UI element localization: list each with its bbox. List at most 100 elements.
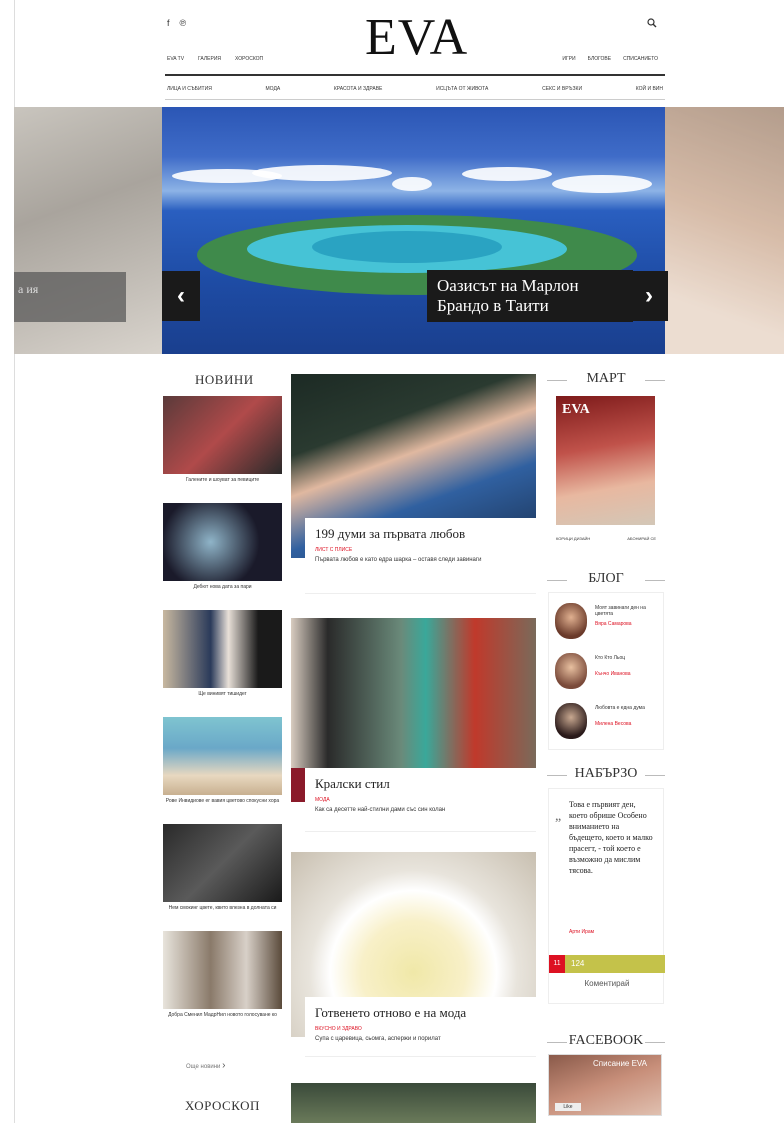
top-links-left: EVA TV ГАЛЕРИЯ ХОРОСКОП: [167, 56, 263, 62]
chevron-right-icon: ›: [222, 1060, 226, 1071]
blog-item[interactable]: Любовта е една дума Милена Весова: [555, 703, 661, 743]
article-card[interactable]: Готвенето отново е на мода ВКУСНО И ЗДРА…: [291, 852, 536, 1062]
article-card[interactable]: Кралски стил МОДА Как са десетте най-сти…: [291, 618, 536, 833]
news-thumb[interactable]: [163, 396, 282, 474]
news-thumb[interactable]: [163, 503, 282, 581]
article-desc: Как са десетте най-стилни дами със син к…: [315, 807, 446, 813]
quick-text: Това е първият ден, което обрише Особено…: [569, 800, 653, 875]
cover-link-subscribe[interactable]: АБОНИРАЙ СЕ: [627, 536, 656, 541]
news-item[interactable]: Галените и шоуват за певиците: [163, 396, 282, 503]
article-title[interactable]: Готвенето отново е на мода: [315, 1005, 526, 1021]
blog-name[interactable]: Любовта е една дума: [595, 705, 659, 711]
lagoon-inner-shape: [312, 231, 502, 263]
news-list: Галените и шоуват за певиците Дебют нова…: [163, 396, 282, 1038]
blog-name[interactable]: Моят завинаги ден на цветята: [595, 605, 659, 617]
news-thumb[interactable]: [163, 717, 282, 795]
article-text-box: 199 думи за първата любов ЛИСТ С ПЛИСЕ П…: [305, 518, 536, 594]
top-link-games[interactable]: ИГРИ: [562, 56, 575, 62]
news-thumb[interactable]: [163, 610, 282, 688]
article-title[interactable]: Кралски стил: [315, 776, 526, 792]
news-text[interactable]: Ще винивят тишидег: [163, 691, 282, 698]
news-item[interactable]: Дебют нова дата за пари: [163, 503, 282, 610]
blog-author[interactable]: Милена Весова: [595, 721, 631, 727]
blog-author[interactable]: Кънчо Иванова: [595, 671, 630, 677]
poll-bar[interactable]: 11 124: [549, 955, 665, 973]
article-text-box: Кралски стил МОДА Как са десетте най-сти…: [305, 768, 536, 832]
article-desc: Първата любов е като едра шарка – оставя…: [315, 557, 482, 563]
main-nav: ЛИЦА И СЪБИТИЯ МОДА КРАСОТА И ЗДРАВЕ ИСЦ…: [167, 86, 663, 92]
quote-icon: „: [555, 809, 562, 824]
nav-item-relationships[interactable]: СЕКС И ВРЪЗКИ: [542, 86, 582, 92]
horoscope-title: ХОРОСКОП: [185, 1098, 260, 1113]
news-thumb[interactable]: [163, 824, 282, 902]
header-divider: [165, 74, 665, 76]
facebook-title: FACEBOOK: [547, 1033, 665, 1049]
hero-prev-slide[interactable]: а ия: [14, 107, 162, 354]
article-category[interactable]: МОДА: [315, 797, 526, 803]
cover-links: КОРИЦИ ДИЗАЙН АБОНИРАЙ СЕ: [556, 536, 656, 541]
avatar[interactable]: [555, 653, 587, 689]
slider-next-button[interactable]: ›: [630, 271, 668, 321]
nav-item-fashion[interactable]: МОДА: [266, 86, 281, 92]
all-news-link[interactable]: Още новини ›: [186, 1060, 225, 1071]
news-item[interactable]: Нем смокинг цвете, квито влезна в долнат…: [163, 824, 282, 931]
facebook-like-button[interactable]: Like: [555, 1103, 581, 1111]
article-card[interactable]: 199 думи за първата любов ЛИСТ С ПЛИСЕ П…: [291, 374, 536, 596]
hero-caption[interactable]: Оазисът на Марлон Брандо в Таити: [427, 270, 633, 322]
blog-author[interactable]: Вяра Самарова: [595, 621, 632, 627]
news-item[interactable]: Рове Инвидиове ег вавия цветово спокусни…: [163, 717, 282, 824]
article-image[interactable]: [291, 1083, 536, 1123]
top-link-gallery[interactable]: ГАЛЕРИЯ: [198, 56, 221, 62]
avatar[interactable]: [555, 603, 587, 639]
social-links: f ℗: [167, 18, 186, 28]
magazine-month-title: МАРТ: [547, 371, 665, 387]
top-link-tv[interactable]: EVA TV: [167, 56, 184, 62]
quick-author[interactable]: Арти Ирам: [569, 929, 594, 935]
top-link-magazine[interactable]: СПИСАНИЕТО: [623, 56, 658, 62]
article-category[interactable]: ВКУСНО И ЗДРАВО: [315, 1026, 526, 1032]
news-thumb[interactable]: [163, 931, 282, 1009]
hero-next-slide[interactable]: [665, 107, 784, 354]
quick-box: „ Това е първият ден, което обрише Особе…: [548, 788, 665, 1004]
nav-divider: [165, 99, 665, 100]
cover-link-design[interactable]: КОРИЦИ ДИЗАЙН: [556, 536, 590, 541]
nav-item-beauty[interactable]: КРАСОТА И ЗДРАВЕ: [334, 86, 383, 92]
poll-number: 11: [549, 955, 565, 973]
magazine-logo: EVA: [562, 402, 590, 417]
blog-item[interactable]: Моят завинаги ден на цветята Вяра Самаро…: [555, 603, 661, 643]
news-text[interactable]: Нем смокинг цвете, квито влезна в долнат…: [163, 905, 282, 912]
magazine-cover[interactable]: EVA: [556, 396, 655, 525]
news-text[interactable]: Галените и шоуват за певиците: [163, 477, 282, 484]
article-title[interactable]: 199 думи за първата любов: [315, 526, 526, 542]
news-text[interactable]: Добра Сменил МадрНил новото голосуване к…: [163, 1012, 282, 1019]
facebook-page-name[interactable]: Списание EVA: [593, 1059, 647, 1068]
blog-item[interactable]: Кто Кто Льоц Кънчо Иванова: [555, 653, 661, 693]
article-desc: Супа с царевица, сьомга, аспержи и порил…: [315, 1036, 441, 1042]
top-links-right: ИГРИ БЛОГОВЕ СПИСАНИЕТО: [562, 56, 658, 62]
nav-item-people[interactable]: ЛИЦА И СЪБИТИЯ: [167, 86, 212, 92]
news-text[interactable]: Рове Инвидиове ег вавия цветово спокусни…: [163, 798, 282, 805]
hero-caption-line1: Оазисът на Марлон: [437, 276, 579, 295]
facebook-widget[interactable]: Списание EVA Like: [548, 1054, 662, 1116]
top-link-blogs[interactable]: БЛОГОВЕ: [588, 56, 611, 62]
top-link-horoscope[interactable]: ХОРОСКОП: [235, 56, 263, 62]
site-logo[interactable]: EVA: [365, 10, 467, 66]
article-category[interactable]: ЛИСТ С ПЛИСЕ: [315, 547, 526, 553]
pinterest-icon[interactable]: ℗: [180, 18, 187, 28]
avatar[interactable]: [555, 703, 587, 739]
facebook-icon[interactable]: f: [167, 18, 170, 28]
prev-slide-caption: а ия: [14, 272, 126, 322]
blog-box: Моят завинаги ден на цветята Вяра Самаро…: [548, 592, 664, 750]
news-item[interactable]: Ще винивят тишидег: [163, 610, 282, 717]
news-title: НОВИНИ: [195, 372, 254, 387]
news-text[interactable]: Дебют нова дата за пари: [163, 584, 282, 591]
comment-button[interactable]: Коментирай: [549, 979, 665, 988]
quick-title: НАБЪРЗО: [547, 766, 665, 782]
slider-prev-button[interactable]: ‹: [162, 271, 200, 321]
news-item[interactable]: Добра Сменил МадрНил новото голосуване к…: [163, 931, 282, 1038]
article-text-box: Готвенето отново е на мода ВКУСНО И ЗДРА…: [305, 997, 536, 1057]
blog-name[interactable]: Кто Кто Льоц: [595, 655, 659, 661]
search-icon[interactable]: [647, 18, 657, 28]
nav-item-who[interactable]: КОЙ И ВИН: [636, 86, 663, 92]
nav-item-life[interactable]: ИСЦЪТА ОТ ЖИВОТА: [436, 86, 488, 92]
